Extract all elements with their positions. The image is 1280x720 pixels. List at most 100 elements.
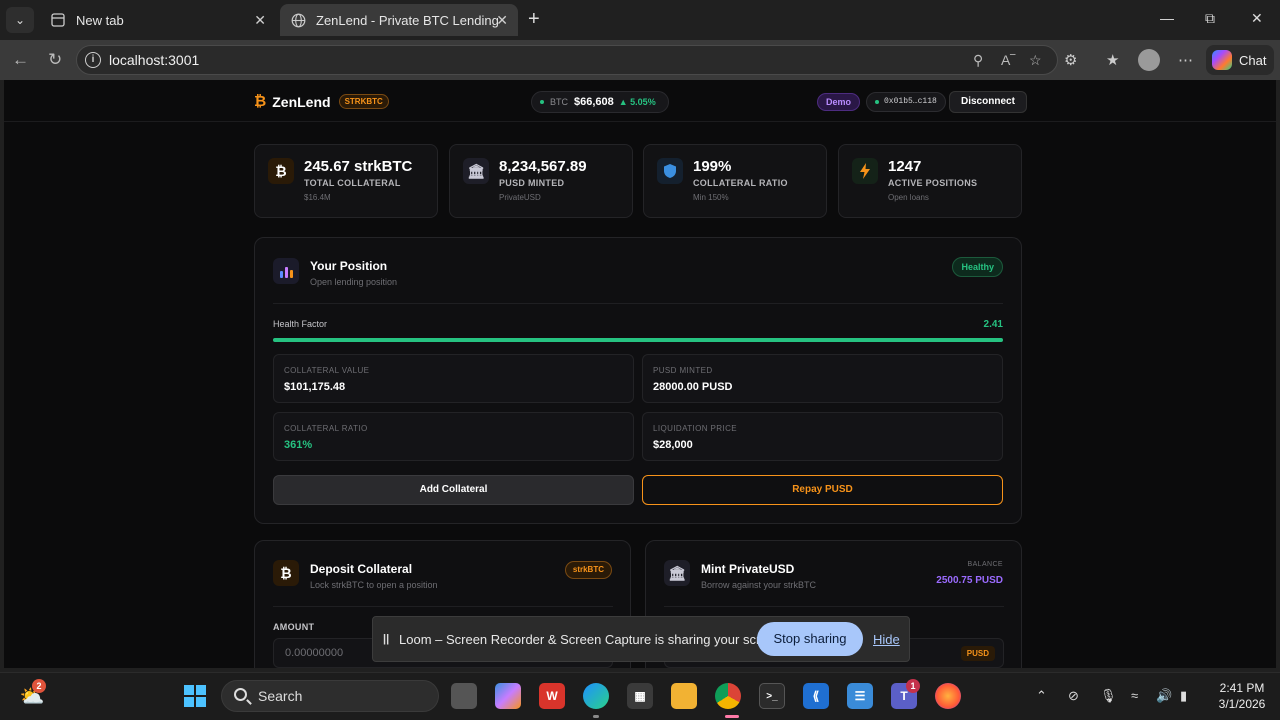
- task-view-icon[interactable]: [451, 683, 477, 709]
- weather-badge: 2: [32, 679, 46, 693]
- stat-card-active-positions: 1247 ACTIVE POSITIONS Open loans: [838, 144, 1022, 218]
- terminal-icon[interactable]: >_: [759, 683, 785, 709]
- more-menu-icon[interactable]: ⋯: [1178, 51, 1193, 69]
- browser-tab-bar: ⌄ New tab ✕ ZenLend - Private BTC Lendin…: [0, 0, 1280, 40]
- m365-icon[interactable]: [495, 683, 521, 709]
- chrome-icon[interactable]: [715, 683, 741, 709]
- zoom-icon[interactable]: ⚲: [973, 52, 983, 69]
- search-icon: [234, 688, 247, 701]
- active-indicator: [725, 715, 739, 718]
- live-dot-icon: [540, 100, 544, 104]
- disconnect-button[interactable]: Disconnect: [949, 91, 1027, 113]
- status-badge: Healthy: [952, 257, 1003, 277]
- metric-value: 361%: [284, 439, 313, 451]
- restore-icon[interactable]: ⧉: [1205, 10, 1215, 27]
- close-window-icon[interactable]: ✕: [1251, 10, 1263, 27]
- bitcoin-icon: ₿: [268, 158, 294, 184]
- metric-collateral-ratio: COLLATERAL RATIO 361%: [273, 412, 634, 461]
- tab-new-tab[interactable]: New tab ✕: [40, 4, 276, 36]
- close-tab-icon[interactable]: ✕: [496, 12, 508, 29]
- refresh-icon[interactable]: ↻: [48, 50, 62, 70]
- lightning-icon: [852, 158, 878, 184]
- deposit-subtitle: Lock strkBTC to open a position: [310, 580, 438, 590]
- taskbar-search[interactable]: Search: [221, 680, 439, 712]
- extensions-icon[interactable]: ⚙: [1064, 51, 1077, 69]
- notepad-icon[interactable]: ☰: [847, 683, 873, 709]
- stat-sub: $16.4M: [304, 193, 331, 202]
- price-value: $66,608: [574, 96, 614, 108]
- microphone-icon[interactable]: 🎙: [1100, 688, 1117, 704]
- brand[interactable]: ₿ ZenLend STRKBTC: [254, 93, 389, 110]
- globe-icon: [290, 12, 306, 28]
- stat-sub: PrivateUSD: [499, 193, 541, 202]
- battery-icon[interactable]: ▮: [1180, 688, 1187, 704]
- edge-icon[interactable]: [583, 683, 609, 709]
- health-factor-value: 2.41: [983, 319, 1003, 330]
- stat-card-collateral-ratio: 199% COLLATERAL RATIO Min 150%: [643, 144, 827, 218]
- drag-handle-icon[interactable]: ||: [383, 633, 389, 645]
- store-icon[interactable]: ▦: [627, 683, 653, 709]
- favorites-icon[interactable]: ★: [1106, 51, 1119, 69]
- price-change: ▲ 5.05%: [618, 97, 656, 107]
- running-indicator: [593, 715, 599, 718]
- amount-label: AMOUNT: [273, 622, 315, 632]
- site-info-icon[interactable]: i: [85, 52, 101, 68]
- back-arrow-icon[interactable]: ←: [12, 50, 29, 70]
- stat-label: COLLATERAL RATIO: [693, 178, 788, 188]
- search-label: Search: [258, 688, 303, 704]
- metric-label: PUSD MINTED: [653, 366, 713, 375]
- screen-sharing-bar: || Loom – Screen Recorder & Screen Captu…: [372, 616, 910, 662]
- file-explorer-icon[interactable]: [671, 683, 697, 709]
- btc-price-ticker: BTC $66,608 ▲ 5.05%: [531, 91, 669, 113]
- system-clock[interactable]: 2:41 PM 3/1/2026: [1212, 680, 1272, 712]
- mint-subtitle: Borrow against your strkBTC: [701, 580, 817, 590]
- tab-zenlend[interactable]: ZenLend - Private BTC Lending ✕: [280, 4, 518, 36]
- stat-label: TOTAL COLLATERAL: [304, 178, 401, 188]
- repay-pusd-button[interactable]: Repay PUSD: [642, 475, 1003, 505]
- add-collateral-button[interactable]: Add Collateral: [273, 475, 634, 505]
- show-hidden-icons-chevron-icon[interactable]: ⌃: [1036, 688, 1047, 704]
- metric-label: COLLATERAL RATIO: [284, 424, 368, 433]
- copilot-chat-button[interactable]: Chat: [1206, 45, 1274, 75]
- metric-collateral-value: COLLATERAL VALUE $101,175.48: [273, 354, 634, 403]
- minimize-icon[interactable]: —: [1160, 10, 1174, 26]
- close-tab-icon[interactable]: ✕: [254, 12, 266, 29]
- wifi-icon[interactable]: ≈: [1131, 688, 1138, 703]
- demo-badge: Demo: [817, 93, 861, 111]
- chevron-down-icon: ⌄: [14, 13, 26, 27]
- asset-tag: strkBTC: [564, 561, 612, 579]
- address-text: 0x01b5…c118: [884, 97, 937, 106]
- stat-card-pusd-minted: 🏛 8,234,567.89 PUSD MINTED PrivateUSD: [449, 144, 633, 218]
- bitcoin-icon: ₿: [273, 560, 299, 586]
- metric-pusd-minted: PUSD MINTED 28000.00 PUSD: [642, 354, 1003, 403]
- position-subtitle: Open lending position: [310, 277, 398, 287]
- read-aloud-icon[interactable]: A‾: [1001, 52, 1015, 68]
- new-tab-plus-icon[interactable]: +: [528, 8, 540, 30]
- stat-value: 245.67 strkBTC: [304, 158, 413, 175]
- vscode-icon[interactable]: ⟪: [803, 683, 829, 709]
- tab-actions-button[interactable]: ⌄: [6, 7, 34, 33]
- health-factor-bar: [273, 338, 1003, 342]
- balance-value: 2500.75 PUSD: [936, 575, 1003, 586]
- wallet-address[interactable]: 0x01b5…c118: [866, 92, 946, 112]
- firefox-icon[interactable]: [935, 683, 961, 709]
- wps-office-icon[interactable]: W: [539, 683, 565, 709]
- profile-avatar[interactable]: [1138, 49, 1160, 71]
- network-off-icon[interactable]: ⊘: [1068, 688, 1079, 704]
- metric-value: $28,000: [653, 439, 693, 451]
- position-card: Your Position Open lending position Heal…: [254, 237, 1022, 524]
- price-label: BTC: [550, 97, 568, 107]
- hide-link[interactable]: Hide: [873, 632, 900, 647]
- address-bar[interactable]: i localhost:3001 ⚲ A‾ ☆: [76, 45, 1058, 75]
- copilot-icon: [1212, 50, 1232, 70]
- metric-label: COLLATERAL VALUE: [284, 366, 370, 375]
- start-button[interactable]: [182, 683, 208, 709]
- tab-title: New tab: [76, 12, 124, 28]
- app-header: ₿ ZenLend STRKBTC BTC $66,608 ▲ 5.05% De…: [4, 80, 1276, 122]
- favorite-star-icon[interactable]: ☆: [1029, 52, 1042, 69]
- stat-sub: Open loans: [888, 193, 929, 202]
- balance-label: BALANCE: [967, 561, 1003, 568]
- stop-sharing-button[interactable]: Stop sharing: [757, 622, 863, 656]
- volume-icon[interactable]: 🔊: [1156, 688, 1172, 704]
- stat-value: 1247: [888, 158, 922, 175]
